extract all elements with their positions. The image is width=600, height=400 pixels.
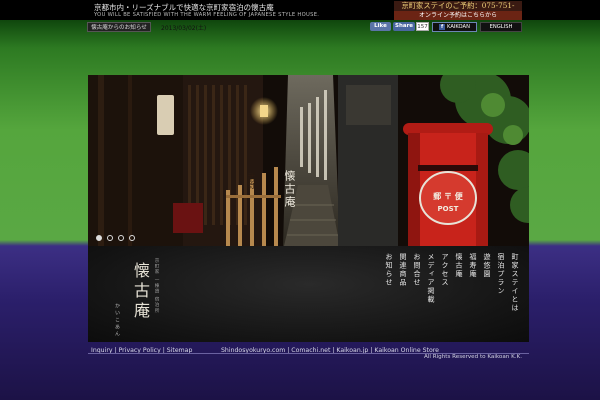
nav-machiya-stay[interactable]: 町家ステイとは <box>510 253 520 313</box>
share-count: 157 <box>416 22 429 31</box>
slide-dot-1[interactable] <box>96 235 102 241</box>
nav-kaikoan[interactable]: 懐古庵 <box>454 253 464 279</box>
nav-yuyuen[interactable]: 遊悠園 <box>482 253 492 279</box>
nav-access[interactable]: アクセス <box>440 253 450 287</box>
logo-subtitle: 京町家 一棟貸 宿泊所 <box>154 258 159 314</box>
facebook-icon: f <box>439 24 446 30</box>
facebook-like-button[interactable]: Like <box>370 22 391 31</box>
news-date[interactable]: 2013/03/02(土) <box>161 23 206 32</box>
kaikoan-facebook-button[interactable]: f KAIKOAN <box>432 22 477 32</box>
main-navigation: 町家ステイとは 宿泊プラン 遊悠園 福寿庵 懐古庵 アクセス メディア掲載 お問… <box>360 253 520 339</box>
logo-reading: かいこあん <box>114 303 120 338</box>
reservation-phone: 京町家ステイのご予約：075-751-1005 <box>394 1 522 20</box>
nav-fukujuan[interactable]: 福寿庵 <box>468 253 478 279</box>
nav-media[interactable]: メディア掲載 <box>426 253 436 304</box>
hero-photo <box>88 75 529 246</box>
hero-sign-text: 武野 <box>247 173 256 189</box>
hero-slideshow[interactable]: 武野 懐古庵 郵 〒 便 POST <box>88 75 529 246</box>
english-button[interactable]: ENGLISH <box>480 22 522 32</box>
news-label[interactable]: 懐古庵からのお知らせ <box>87 22 151 32</box>
slide-dot-3[interactable] <box>118 235 124 241</box>
online-booking-link[interactable]: オンライン予約はこちらから <box>394 11 522 20</box>
nav-contact[interactable]: お問合せ <box>412 253 422 287</box>
postbox-kanji: 郵 〒 便 <box>433 192 463 201</box>
slide-dot-2[interactable] <box>107 235 113 241</box>
facebook-share-button[interactable]: Share <box>393 22 415 31</box>
nav-plans[interactable]: 宿泊プラン <box>496 253 506 296</box>
slide-dot-4[interactable] <box>129 235 135 241</box>
nav-news[interactable]: お知らせ <box>384 253 394 287</box>
logo-title[interactable]: 懐古庵 <box>128 262 152 322</box>
kaikoan-label: KAIKOAN <box>447 24 470 30</box>
postbox-post-label: POST <box>437 205 459 213</box>
copyright: All Rights Reserved to Kaikoan K.K. <box>424 354 522 360</box>
hero-overlay-title: 懐古庵 <box>283 170 296 209</box>
news-bar: 懐古庵からのお知らせ 2013/03/02(土) <box>87 22 367 33</box>
nav-products[interactable]: 関連商品 <box>398 253 408 287</box>
share-label: Share <box>394 23 414 29</box>
tagline-english: YOU WILL BE SATISFIED WITH THE WARM FEEL… <box>94 12 320 18</box>
like-label: Like <box>374 23 387 29</box>
